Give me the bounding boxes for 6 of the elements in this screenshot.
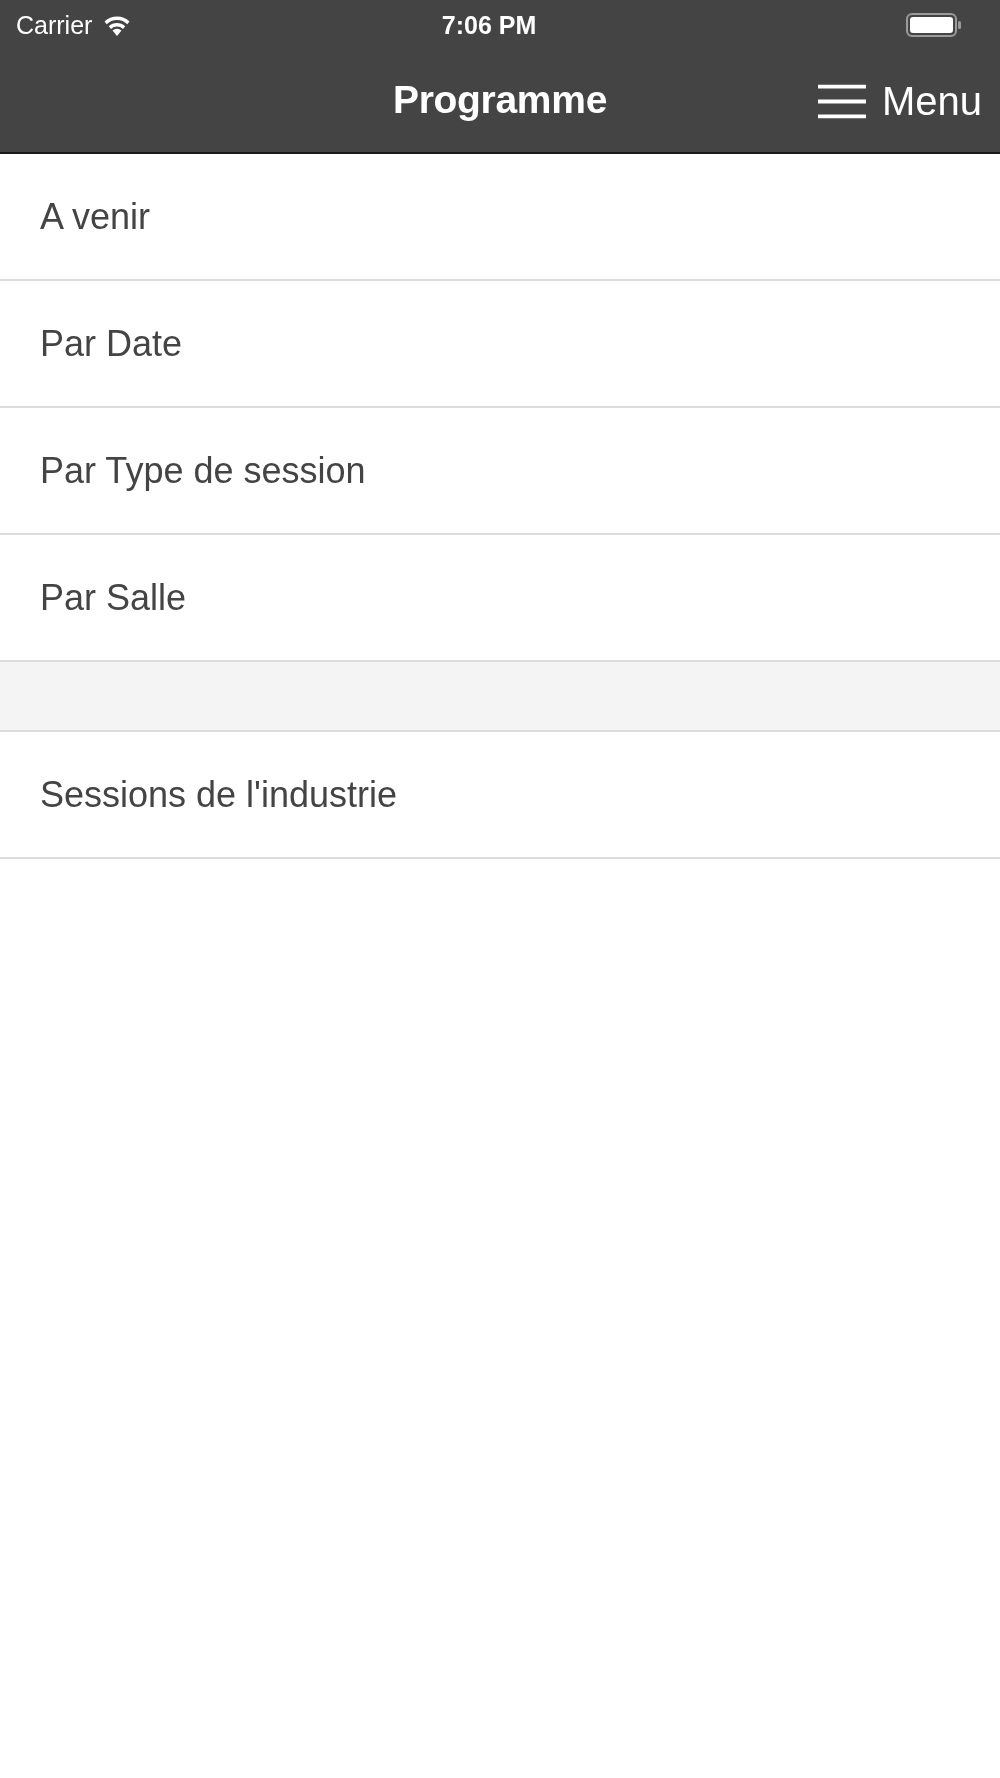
status-time: 7:06 PM xyxy=(441,10,537,40)
menu-icon xyxy=(817,84,866,118)
menu-button[interactable]: Menu xyxy=(817,78,982,124)
carrier-label: Carrier xyxy=(16,10,93,40)
nav-title: Programme xyxy=(392,78,608,122)
battery-icon xyxy=(906,13,962,37)
